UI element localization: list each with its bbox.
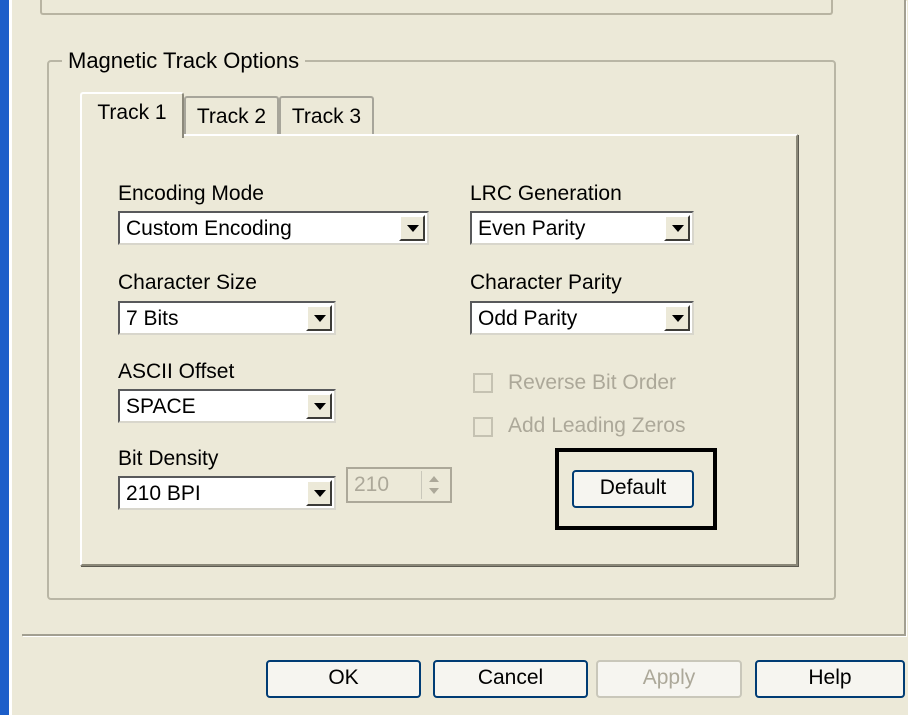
- character-parity-select[interactable]: Odd Parity: [470, 301, 694, 335]
- lrc-generation-select[interactable]: Even Parity: [470, 211, 694, 245]
- add-leading-zeros-checkbox[interactable]: [473, 417, 493, 437]
- reverse-bit-order-label: Reverse Bit Order: [508, 371, 677, 394]
- chevron-down-icon[interactable]: [664, 215, 690, 241]
- spinner-buttons: [421, 471, 448, 499]
- ascii-offset-select[interactable]: SPACE: [118, 389, 336, 423]
- upper-panel-edge: [40, 0, 833, 15]
- bit-density-value: 210 BPI: [126, 482, 201, 505]
- add-leading-zeros-label: Add Leading Zeros: [508, 414, 686, 437]
- bit-density-label: Bit Density: [118, 447, 219, 470]
- tab-track-2[interactable]: Track 2: [184, 96, 279, 136]
- reverse-bit-order-checkbox[interactable]: [473, 373, 493, 393]
- bit-density-select[interactable]: 210 BPI: [118, 476, 336, 510]
- cancel-button[interactable]: Cancel: [433, 660, 588, 698]
- help-button[interactable]: Help: [755, 660, 905, 698]
- encoding-mode-select[interactable]: Custom Encoding: [118, 211, 429, 245]
- default-button[interactable]: Default: [572, 470, 694, 508]
- encoding-mode-value: Custom Encoding: [126, 217, 292, 240]
- spin-up-icon: [429, 476, 439, 482]
- lrc-generation-value: Even Parity: [478, 217, 586, 240]
- character-parity-value: Odd Parity: [478, 307, 578, 330]
- character-size-select[interactable]: 7 Bits: [118, 301, 336, 335]
- ascii-offset-label: ASCII Offset: [118, 360, 235, 383]
- chevron-down-icon[interactable]: [399, 215, 425, 241]
- encoding-mode-label: Encoding Mode: [118, 182, 264, 205]
- bit-density-spinner-value: 210: [354, 473, 390, 496]
- lrc-generation-label: LRC Generation: [470, 182, 622, 205]
- chevron-down-icon[interactable]: [306, 305, 332, 331]
- window-left-highlight: [9, 0, 12, 715]
- character-size-value: 7 Bits: [126, 307, 179, 330]
- chevron-down-icon[interactable]: [306, 393, 332, 419]
- group-title: Magnetic Track Options: [62, 49, 306, 73]
- tab-track-3[interactable]: Track 3: [279, 96, 374, 136]
- character-size-label: Character Size: [118, 271, 257, 294]
- tab-track-1[interactable]: Track 1: [80, 92, 184, 138]
- spin-down-icon: [429, 488, 439, 494]
- ok-button[interactable]: OK: [266, 660, 421, 698]
- chevron-down-icon[interactable]: [664, 305, 690, 331]
- window-left-border: [0, 0, 9, 715]
- bit-density-spinner: 210: [346, 467, 452, 503]
- character-parity-label: Character Parity: [470, 271, 622, 294]
- chevron-down-icon[interactable]: [306, 480, 332, 506]
- ascii-offset-value: SPACE: [126, 395, 196, 418]
- apply-button[interactable]: Apply: [596, 660, 742, 698]
